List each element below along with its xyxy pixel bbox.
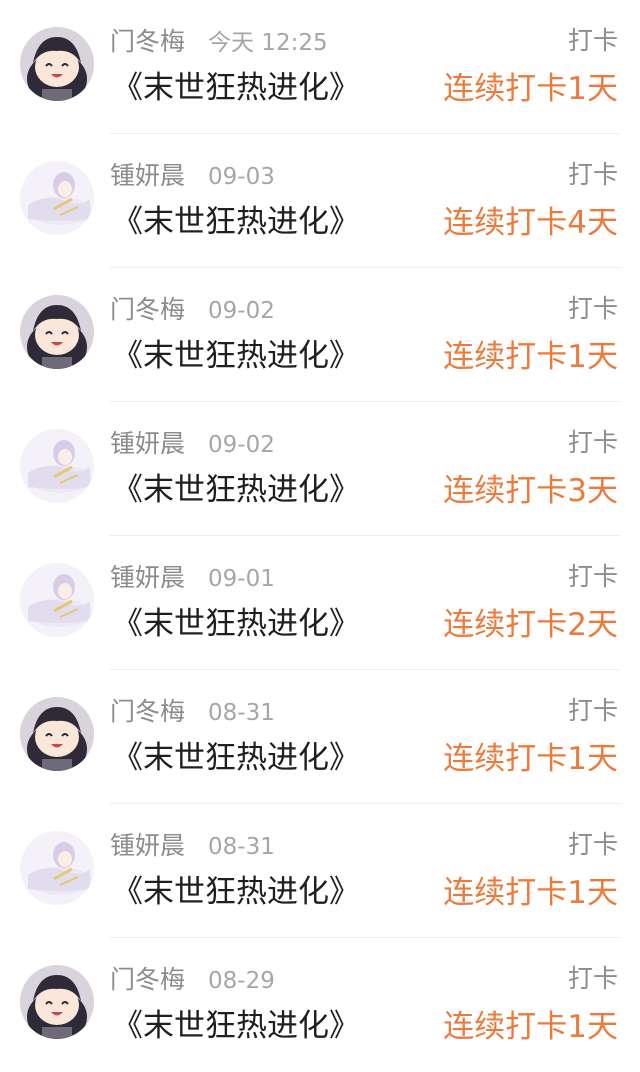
feed-item[interactable]: 锺妍晨 09-03 打卡 《末世狂热进化》 连续打卡4天 — [0, 134, 640, 268]
streak-count: 连续打卡3天 — [443, 473, 618, 509]
streak-count: 连续打卡1天 — [443, 1009, 618, 1045]
dark-haired-anime-girl-avatar[interactable] — [20, 295, 94, 369]
feed-item[interactable]: 锺妍晨 09-01 打卡 《末世狂热进化》 连续打卡2天 — [0, 536, 640, 670]
feed-item[interactable]: 门冬梅 08-31 打卡 《末世狂热进化》 连续打卡1天 — [0, 670, 640, 804]
book-title[interactable]: 《末世狂热进化》 — [112, 336, 360, 376]
streak-count: 连续打卡4天 — [443, 205, 618, 241]
dark-haired-anime-girl-avatar[interactable] — [20, 697, 94, 771]
timestamp: 今天 12:25 — [208, 30, 328, 56]
checkin-type-label: 打卡 — [567, 160, 618, 189]
book-title[interactable]: 《末世狂热进化》 — [112, 738, 360, 778]
username[interactable]: 门冬梅 — [110, 696, 185, 728]
checkin-type-label: 打卡 — [567, 294, 618, 323]
timestamp: 09-02 — [208, 298, 275, 324]
book-title[interactable]: 《末世狂热进化》 — [112, 1006, 360, 1046]
username[interactable]: 门冬梅 — [110, 26, 185, 58]
checkin-type-label: 打卡 — [567, 562, 618, 591]
checkin-type-label: 打卡 — [567, 964, 618, 993]
book-title[interactable]: 《末世狂热进化》 — [112, 604, 360, 644]
white-haired-anime-character-avatar[interactable] — [20, 831, 94, 905]
book-title[interactable]: 《末世狂热进化》 — [112, 872, 360, 912]
username[interactable]: 锺妍晨 — [110, 160, 185, 192]
checkin-type-label: 打卡 — [567, 428, 618, 457]
streak-count: 连续打卡1天 — [443, 875, 618, 911]
timestamp: 08-31 — [208, 700, 275, 726]
checkin-type-label: 打卡 — [567, 696, 618, 725]
username[interactable]: 门冬梅 — [110, 294, 185, 326]
checkin-feed: 门冬梅 今天 12:25 打卡 《末世狂热进化》 连续打卡1天 锺妍晨 09-0… — [0, 0, 640, 1049]
white-haired-anime-character-avatar[interactable] — [20, 563, 94, 637]
feed-item[interactable]: 门冬梅 今天 12:25 打卡 《末世狂热进化》 连续打卡1天 — [0, 0, 640, 134]
feed-item[interactable]: 锺妍晨 09-02 打卡 《末世狂热进化》 连续打卡3天 — [0, 402, 640, 536]
username[interactable]: 锺妍晨 — [110, 562, 185, 594]
timestamp: 09-03 — [208, 164, 275, 190]
timestamp: 08-31 — [208, 834, 275, 860]
streak-count: 连续打卡1天 — [443, 71, 618, 107]
white-haired-anime-character-avatar[interactable] — [20, 161, 94, 235]
streak-count: 连续打卡1天 — [443, 339, 618, 375]
checkin-type-label: 打卡 — [567, 830, 618, 859]
feed-item[interactable]: 门冬梅 09-02 打卡 《末世狂热进化》 连续打卡1天 — [0, 268, 640, 402]
book-title[interactable]: 《末世狂热进化》 — [112, 202, 360, 242]
dark-haired-anime-girl-avatar[interactable] — [20, 27, 94, 101]
timestamp: 09-01 — [208, 566, 275, 592]
streak-count: 连续打卡1天 — [443, 741, 618, 777]
checkin-type-label: 打卡 — [567, 26, 618, 55]
username[interactable]: 锺妍晨 — [110, 830, 185, 862]
feed-item[interactable]: 锺妍晨 08-31 打卡 《末世狂热进化》 连续打卡1天 — [0, 804, 640, 938]
book-title[interactable]: 《末世狂热进化》 — [112, 470, 360, 510]
username[interactable]: 门冬梅 — [110, 964, 185, 996]
timestamp: 08-29 — [208, 968, 275, 994]
white-haired-anime-character-avatar[interactable] — [20, 429, 94, 503]
book-title[interactable]: 《末世狂热进化》 — [112, 68, 360, 108]
timestamp: 09-02 — [208, 432, 275, 458]
streak-count: 连续打卡2天 — [443, 607, 618, 643]
username[interactable]: 锺妍晨 — [110, 428, 185, 460]
feed-item[interactable]: 门冬梅 08-29 打卡 《末世狂热进化》 连续打卡1天 — [0, 938, 640, 1072]
dark-haired-anime-girl-avatar[interactable] — [20, 965, 94, 1039]
